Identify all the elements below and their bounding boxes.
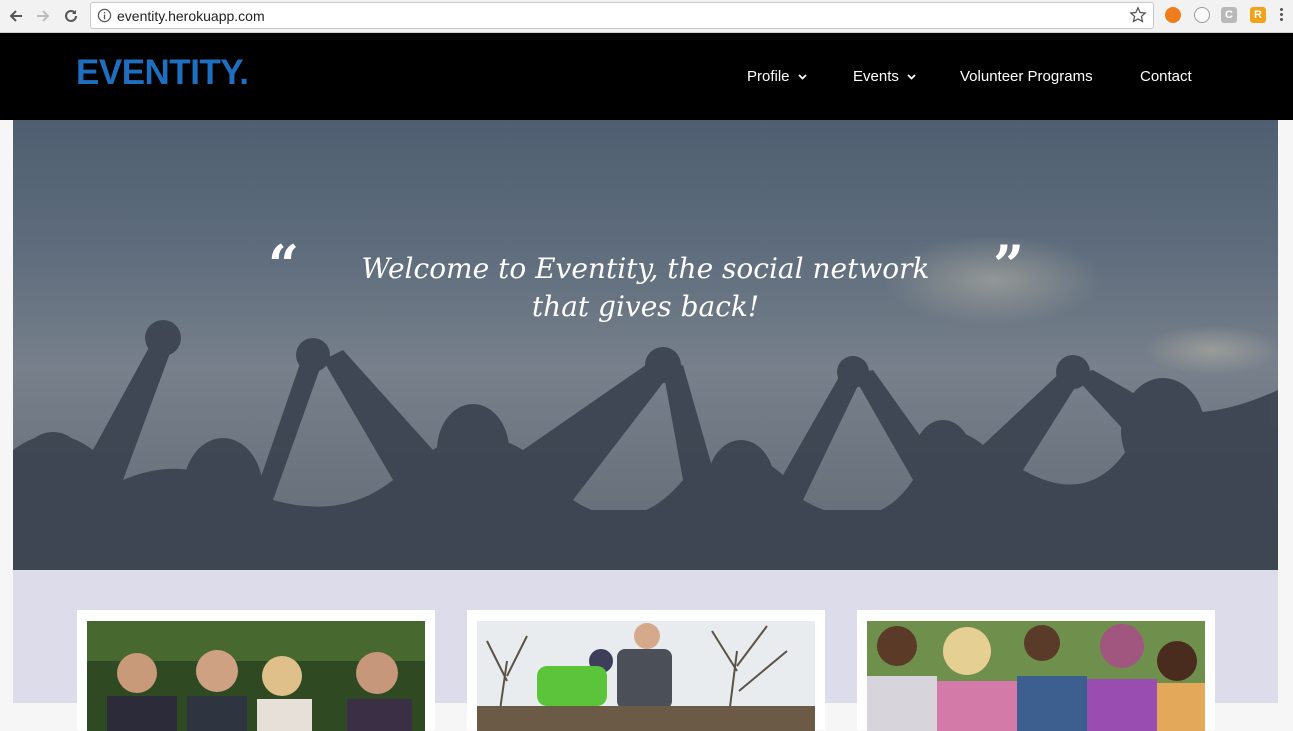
site-header: EVENTITY. Profile Events Volunteer Progr… — [0, 33, 1293, 120]
children-group-photo — [867, 621, 1205, 731]
reload-icon — [65, 9, 77, 22]
address-bar[interactable]: eventity.herokuapp.com — [90, 2, 1154, 29]
reload-button[interactable] — [60, 5, 82, 27]
hero-tagline: Welcome to Eventity, the social network … — [361, 252, 930, 323]
extension-r-icon[interactable]: R — [1250, 7, 1266, 23]
back-button[interactable] — [5, 5, 27, 27]
forward-arrow-icon — [37, 10, 50, 22]
nav-volunteer-programs[interactable]: Volunteer Programs — [960, 68, 1093, 85]
nav-events-label: Events — [853, 68, 899, 85]
forward-button[interactable] — [32, 5, 54, 27]
back-arrow-icon — [9, 10, 22, 22]
chevron-down-icon — [797, 73, 807, 80]
feature-card[interactable] — [77, 610, 435, 731]
quote-close-icon: ” — [993, 233, 1025, 297]
hero-background-image — [13, 235, 1278, 570]
extension-orange-icon[interactable] — [1165, 7, 1181, 23]
group-of-volunteers-photo — [87, 621, 425, 731]
site-logo[interactable]: EVENTITY. — [76, 53, 249, 93]
feature-card[interactable] — [467, 610, 825, 731]
nav-profile-label: Profile — [747, 68, 790, 85]
feature-card[interactable] — [857, 610, 1215, 731]
extension-c-icon[interactable]: C — [1221, 7, 1237, 23]
nav-contact[interactable]: Contact — [1140, 68, 1192, 85]
nav-events[interactable]: Events — [853, 68, 916, 85]
nav-profile[interactable]: Profile — [747, 68, 807, 85]
bookmark-star-icon[interactable] — [1129, 6, 1147, 24]
hero-banner: “ ” Welcome to Eventity, the social netw… — [13, 120, 1278, 570]
browser-toolbar: eventity.herokuapp.com C R — [0, 0, 1293, 33]
info-icon[interactable] — [97, 8, 112, 23]
nav-contact-label: Contact — [1140, 68, 1192, 85]
quote-open-icon: “ — [268, 233, 300, 297]
chevron-down-icon — [907, 73, 916, 80]
extension-circle-icon[interactable] — [1194, 7, 1210, 23]
url-text[interactable]: eventity.herokuapp.com — [117, 8, 265, 24]
planting-trees-photo — [477, 621, 815, 731]
nav-volunteer-programs-label: Volunteer Programs — [960, 68, 1093, 85]
browser-menu-icon[interactable] — [1280, 8, 1284, 23]
feature-cards-section — [13, 570, 1278, 731]
